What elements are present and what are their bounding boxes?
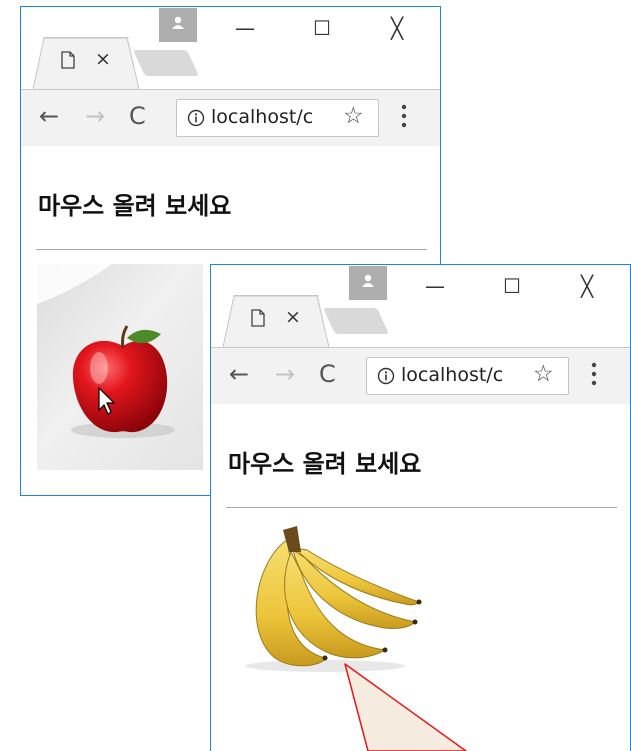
minimize-button[interactable]: — (425, 275, 445, 297)
forward-button[interactable]: → (275, 360, 295, 388)
title-bar: × — ☐ ╳ (211, 265, 630, 348)
address-bar[interactable]: localhost/c ☆ (366, 357, 569, 395)
maximize-button[interactable]: ☐ (503, 275, 521, 297)
browser-toolbar: ← → C localhost/c ☆ (21, 89, 440, 147)
browser-window-banana: × — ☐ ╳ ← → C localhost/c ☆ 마우스 올려 보세요 (210, 264, 631, 751)
menu-dots-icon[interactable] (401, 103, 407, 129)
page-content: 마우스 올려 보세요 (211, 404, 630, 751)
back-button[interactable]: ← (39, 102, 59, 130)
info-icon[interactable] (377, 367, 395, 385)
banana-image[interactable] (235, 522, 435, 682)
address-bar[interactable]: localhost/c ☆ (176, 99, 379, 137)
profile-button[interactable] (159, 8, 197, 42)
profile-icon (362, 274, 374, 287)
profile-icon (172, 16, 184, 29)
page-heading: 마우스 올려 보세요 (228, 450, 422, 478)
maximize-button[interactable]: ☐ (313, 17, 331, 39)
title-bar: × — ☐ ╳ (21, 7, 440, 90)
page-icon (61, 51, 75, 69)
page-icon (251, 309, 265, 327)
star-icon[interactable]: ☆ (343, 103, 364, 129)
url-text[interactable]: localhost/c (211, 106, 321, 128)
new-tab-button[interactable] (322, 308, 390, 334)
tab-outline (33, 37, 139, 89)
star-icon[interactable]: ☆ (533, 361, 554, 387)
profile-button[interactable] (349, 266, 387, 300)
forward-button[interactable]: → (85, 102, 105, 130)
tab-close-button[interactable]: × (95, 47, 111, 71)
close-window-button[interactable]: ╳ (391, 17, 403, 39)
close-window-button[interactable]: ╳ (581, 275, 593, 297)
horizontal-rule (226, 507, 617, 508)
browser-toolbar: ← → C localhost/c ☆ (211, 347, 630, 405)
reload-button[interactable]: C (319, 360, 336, 388)
back-button[interactable]: ← (229, 360, 249, 388)
tab-outline (223, 295, 329, 347)
page-heading: 마우스 올려 보세요 (38, 192, 232, 220)
tab-close-button[interactable]: × (285, 305, 301, 329)
minimize-button[interactable]: — (235, 17, 255, 39)
new-tab-button[interactable] (132, 50, 200, 76)
horizontal-rule (36, 249, 427, 250)
apple-image[interactable] (37, 264, 203, 470)
info-icon[interactable] (187, 109, 205, 127)
menu-dots-icon[interactable] (591, 361, 597, 387)
reload-button[interactable]: C (129, 102, 146, 130)
url-text[interactable]: localhost/c (401, 364, 511, 386)
